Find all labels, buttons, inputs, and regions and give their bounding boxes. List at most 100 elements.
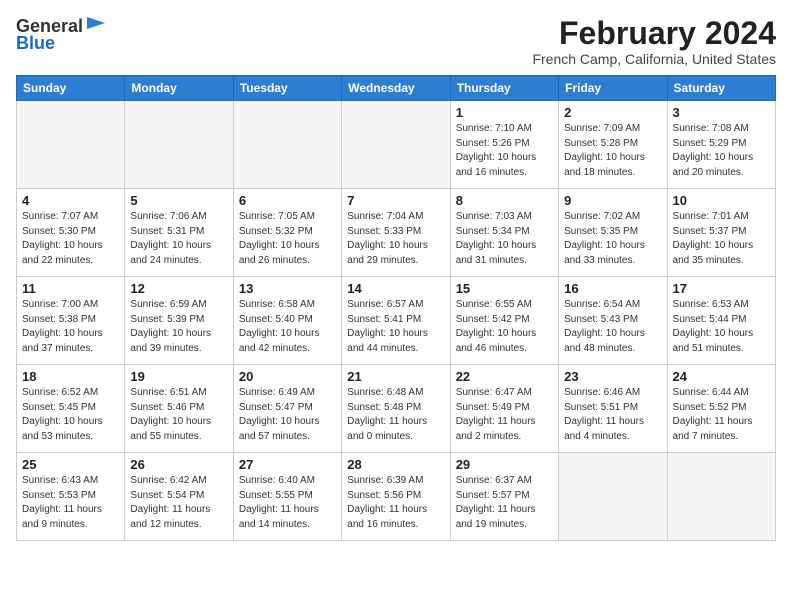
calendar-cell: 19 Sunrise: 6:51 AM Sunset: 5:46 PM Dayli… [125,365,233,453]
calendar-cell [667,453,775,541]
day-info: Sunrise: 6:53 AM Sunset: 5:44 PM Dayligh… [673,298,770,356]
calendar-cell: 15Sunrise: 6:55 AM Sunset: 5:42 PM Dayli… [450,277,558,365]
weekday-header-row: SundayMondayTuesdayWednesdayThursdayFrid… [17,76,776,101]
day-info: Sunrise: 7:06 AM Sunset: 5:31 PM Dayligh… [130,210,227,268]
week-row-1: 4 Sunrise: 7:07 AM Sunset: 5:30 PM Daylig… [17,189,776,277]
calendar-cell: 23 Sunrise: 6:46 AM Sunset: 5:51 PM Dayli… [559,365,667,453]
day-number: 18 [22,369,119,384]
week-row-0: 1 Sunrise: 7:10 AM Sunset: 5:26 PM Daylig… [17,101,776,189]
day-info: Sunrise: 7:03 AM Sunset: 5:34 PM Dayligh… [456,210,553,268]
day-info: Sunrise: 6:44 AM Sunset: 5:52 PM Dayligh… [673,386,770,444]
day-info: Sunrise: 7:07 AM Sunset: 5:30 PM Dayligh… [22,210,119,268]
calendar-cell: 16 Sunrise: 6:54 AM Sunset: 5:43 PM Dayli… [559,277,667,365]
calendar-cell: 14Sunrise: 6:57 AM Sunset: 5:41 PM Dayli… [342,277,450,365]
day-number: 1 [456,105,553,120]
weekday-header-wednesday: Wednesday [342,76,450,101]
day-number: 10 [673,193,770,208]
day-number: 3 [673,105,770,120]
day-number: 16 [564,281,661,296]
day-number: 19 [130,369,227,384]
calendar-cell: 28 Sunrise: 6:39 AM Sunset: 5:56 PM Dayli… [342,453,450,541]
day-number: 28 [347,457,444,472]
title-block: February 2024 French Camp, California, U… [532,16,776,67]
calendar-table: SundayMondayTuesdayWednesdayThursdayFrid… [16,75,776,541]
day-number: 27 [239,457,336,472]
calendar-cell: 22Sunrise: 6:47 AM Sunset: 5:49 PM Dayli… [450,365,558,453]
calendar-cell: 10 Sunrise: 7:01 AM Sunset: 5:37 PM Dayli… [667,189,775,277]
day-number: 20 [239,369,336,384]
logo-flag-icon [85,15,107,37]
calendar-cell: 26 Sunrise: 6:42 AM Sunset: 5:54 PM Dayli… [125,453,233,541]
day-number: 26 [130,457,227,472]
day-info: Sunrise: 6:39 AM Sunset: 5:56 PM Dayligh… [347,474,444,532]
calendar-cell: 12 Sunrise: 6:59 AM Sunset: 5:39 PM Dayli… [125,277,233,365]
calendar-cell: 20 Sunrise: 6:49 AM Sunset: 5:47 PM Dayli… [233,365,341,453]
day-number: 11 [22,281,119,296]
day-number: 29 [456,457,553,472]
day-number: 23 [564,369,661,384]
day-number: 12 [130,281,227,296]
day-number: 24 [673,369,770,384]
calendar-cell: 25Sunrise: 6:43 AM Sunset: 5:53 PM Dayli… [17,453,125,541]
calendar-cell: 24 Sunrise: 6:44 AM Sunset: 5:52 PM Dayli… [667,365,775,453]
page-header: General Blue February 2024 French Camp, … [16,16,776,67]
day-number: 14 [347,281,444,296]
calendar-cell: 9Sunrise: 7:02 AM Sunset: 5:35 PM Daylig… [559,189,667,277]
calendar-cell [342,101,450,189]
day-info: Sunrise: 6:51 AM Sunset: 5:46 PM Dayligh… [130,386,227,444]
day-info: Sunrise: 6:43 AM Sunset: 5:53 PM Dayligh… [22,474,119,532]
calendar-cell: 7 Sunrise: 7:04 AM Sunset: 5:33 PM Daylig… [342,189,450,277]
day-info: Sunrise: 6:59 AM Sunset: 5:39 PM Dayligh… [130,298,227,356]
day-info: Sunrise: 6:49 AM Sunset: 5:47 PM Dayligh… [239,386,336,444]
weekday-header-thursday: Thursday [450,76,558,101]
day-info: Sunrise: 6:58 AM Sunset: 5:40 PM Dayligh… [239,298,336,356]
logo: General Blue [16,16,107,54]
calendar-page: General Blue February 2024 French Camp, … [0,0,792,612]
weekday-header-tuesday: Tuesday [233,76,341,101]
day-number: 13 [239,281,336,296]
weekday-header-saturday: Saturday [667,76,775,101]
weekday-header-friday: Friday [559,76,667,101]
weekday-header-monday: Monday [125,76,233,101]
day-info: Sunrise: 7:01 AM Sunset: 5:37 PM Dayligh… [673,210,770,268]
calendar-cell: 6Sunrise: 7:05 AM Sunset: 5:32 PM Daylig… [233,189,341,277]
day-number: 9 [564,193,661,208]
calendar-cell: 8 Sunrise: 7:03 AM Sunset: 5:34 PM Daylig… [450,189,558,277]
calendar-cell: 3Sunrise: 7:08 AM Sunset: 5:29 PM Daylig… [667,101,775,189]
week-row-3: 18 Sunrise: 6:52 AM Sunset: 5:45 PM Dayli… [17,365,776,453]
day-number: 7 [347,193,444,208]
day-info: Sunrise: 6:55 AM Sunset: 5:42 PM Dayligh… [456,298,553,356]
day-info: Sunrise: 6:40 AM Sunset: 5:55 PM Dayligh… [239,474,336,532]
week-row-2: 11Sunrise: 7:00 AM Sunset: 5:38 PM Dayli… [17,277,776,365]
day-info: Sunrise: 6:54 AM Sunset: 5:43 PM Dayligh… [564,298,661,356]
calendar-cell: 11Sunrise: 7:00 AM Sunset: 5:38 PM Dayli… [17,277,125,365]
day-number: 8 [456,193,553,208]
day-info: Sunrise: 7:10 AM Sunset: 5:26 PM Dayligh… [456,122,553,180]
day-number: 21 [347,369,444,384]
day-number: 22 [456,369,553,384]
calendar-cell: 18 Sunrise: 6:52 AM Sunset: 5:45 PM Dayli… [17,365,125,453]
day-info: Sunrise: 7:04 AM Sunset: 5:33 PM Dayligh… [347,210,444,268]
weekday-header-sunday: Sunday [17,76,125,101]
day-number: 5 [130,193,227,208]
day-number: 4 [22,193,119,208]
day-info: Sunrise: 7:09 AM Sunset: 5:28 PM Dayligh… [564,122,661,180]
calendar-cell: 17 Sunrise: 6:53 AM Sunset: 5:44 PM Dayli… [667,277,775,365]
calendar-cell: 29 Sunrise: 6:37 AM Sunset: 5:57 PM Dayli… [450,453,558,541]
day-info: Sunrise: 7:05 AM Sunset: 5:32 PM Dayligh… [239,210,336,268]
calendar-cell [559,453,667,541]
day-number: 2 [564,105,661,120]
location-subtitle: French Camp, California, United States [532,51,776,67]
day-info: Sunrise: 6:42 AM Sunset: 5:54 PM Dayligh… [130,474,227,532]
day-info: Sunrise: 6:52 AM Sunset: 5:45 PM Dayligh… [22,386,119,444]
calendar-cell: 1 Sunrise: 7:10 AM Sunset: 5:26 PM Daylig… [450,101,558,189]
day-info: Sunrise: 6:48 AM Sunset: 5:48 PM Dayligh… [347,386,444,444]
day-number: 17 [673,281,770,296]
day-info: Sunrise: 6:37 AM Sunset: 5:57 PM Dayligh… [456,474,553,532]
calendar-cell: 5 Sunrise: 7:06 AM Sunset: 5:31 PM Daylig… [125,189,233,277]
calendar-cell [17,101,125,189]
calendar-cell [233,101,341,189]
calendar-cell [125,101,233,189]
day-info: Sunrise: 6:46 AM Sunset: 5:51 PM Dayligh… [564,386,661,444]
calendar-cell: 21 Sunrise: 6:48 AM Sunset: 5:48 PM Dayli… [342,365,450,453]
